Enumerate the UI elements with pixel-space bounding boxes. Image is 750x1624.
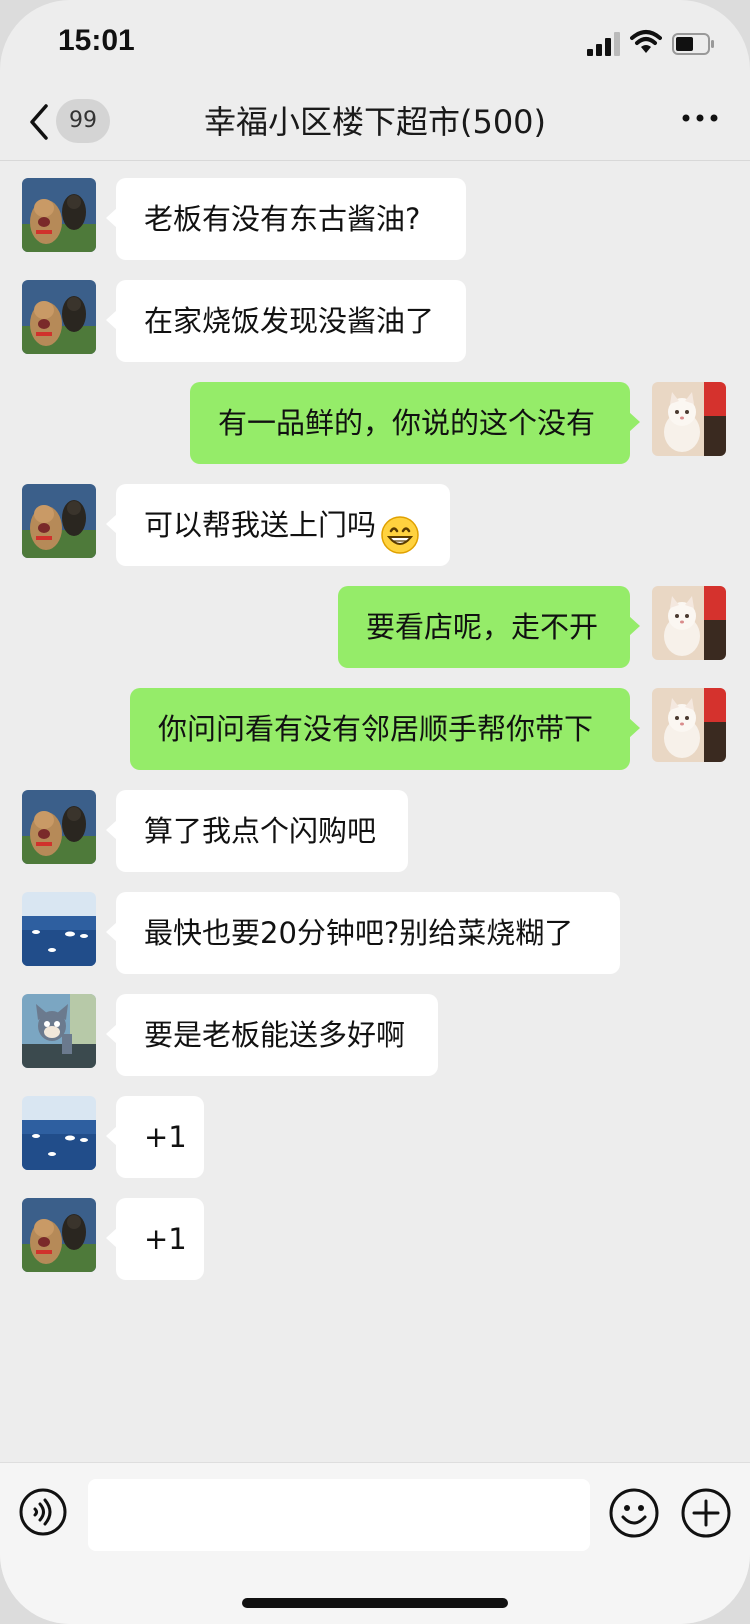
message-text: +1 bbox=[144, 1120, 187, 1154]
message-text: 算了我点个闪购吧 bbox=[144, 814, 377, 848]
message-text: +1 bbox=[144, 1222, 187, 1256]
message-text: 老板有没有东古酱油? bbox=[144, 202, 421, 236]
message-text: 要看店呢，走不开 bbox=[366, 610, 599, 644]
back-arrow-icon[interactable] bbox=[26, 102, 50, 142]
cat-avatar[interactable] bbox=[652, 688, 726, 762]
dog-avatar[interactable] bbox=[22, 484, 96, 558]
message-text: 要是老板能送多好啊 bbox=[144, 1018, 406, 1052]
incoming-message-bubble[interactable]: 算了我点个闪购吧 bbox=[106, 790, 408, 872]
incoming-message-bubble[interactable]: 最快也要20分钟吧?别给菜烧糊了 bbox=[106, 892, 620, 974]
status-bar: 15:01 bbox=[0, 0, 750, 88]
message-row: 有一品鲜的，你说的这个没有 bbox=[0, 382, 750, 464]
message-text: 最快也要20分钟吧?别给菜烧糊了 bbox=[144, 916, 574, 950]
voice-input-icon[interactable] bbox=[18, 1487, 68, 1537]
message-text: 你问问看有没有邻居顺手帮你带下 bbox=[158, 712, 594, 746]
message-row: 最快也要20分钟吧?别给菜烧糊了 bbox=[0, 892, 750, 974]
chat-title: 幸福小区楼下超市(500) bbox=[203, 103, 547, 141]
message-row: 在家烧饭发现没酱油了 bbox=[0, 280, 750, 362]
message-text: 在家烧饭发现没酱油了 bbox=[144, 304, 435, 338]
message-row: 老板有没有东古酱油? bbox=[0, 178, 750, 260]
cartoon-cat-avatar[interactable] bbox=[22, 994, 96, 1068]
cat-avatar[interactable] bbox=[652, 382, 726, 456]
status-time: 15:01 bbox=[58, 24, 135, 57]
message-row: 可以帮我送上门吗 bbox=[0, 484, 750, 566]
phone-screen: 15:01 99 幸福小区楼下超市(500) 老板有没有东古酱油? 在家烧饭发现… bbox=[0, 0, 750, 1624]
message-row: 要看店呢，走不开 bbox=[0, 586, 750, 668]
message-input[interactable] bbox=[88, 1479, 590, 1551]
dog-avatar[interactable] bbox=[22, 790, 96, 864]
grinning-emoji bbox=[380, 504, 420, 554]
unread-count-badge[interactable]: 99 bbox=[56, 99, 110, 143]
outgoing-message-bubble[interactable]: 你问问看有没有邻居顺手帮你带下 bbox=[130, 688, 640, 770]
message-row: +1 bbox=[0, 1096, 750, 1178]
message-row: 算了我点个闪购吧 bbox=[0, 790, 750, 872]
incoming-message-bubble[interactable]: 要是老板能送多好啊 bbox=[106, 994, 438, 1076]
emoji-picker-icon[interactable] bbox=[608, 1487, 660, 1539]
message-text: 有一品鲜的，你说的这个没有 bbox=[218, 406, 596, 440]
outgoing-message-bubble[interactable]: 有一品鲜的，你说的这个没有 bbox=[190, 382, 640, 464]
message-text: 可以帮我送上门吗 bbox=[144, 508, 377, 542]
outgoing-message-bubble[interactable]: 要看店呢，走不开 bbox=[338, 586, 640, 668]
chat-header: 99 幸福小区楼下超市(500) bbox=[0, 88, 750, 161]
cat-avatar[interactable] bbox=[652, 586, 726, 660]
message-row: 要是老板能送多好啊 bbox=[0, 994, 750, 1076]
incoming-message-bubble[interactable]: +1 bbox=[106, 1096, 204, 1178]
incoming-message-bubble[interactable]: 在家烧饭发现没酱油了 bbox=[106, 280, 466, 362]
incoming-message-bubble[interactable]: +1 bbox=[106, 1198, 204, 1280]
more-options-icon[interactable] bbox=[680, 112, 720, 124]
home-indicator[interactable] bbox=[242, 1598, 508, 1608]
dog-avatar[interactable] bbox=[22, 178, 96, 252]
dog-avatar[interactable] bbox=[22, 280, 96, 354]
message-row: +1 bbox=[0, 1198, 750, 1280]
wifi-icon bbox=[630, 30, 662, 53]
swan-avatar[interactable] bbox=[22, 1096, 96, 1170]
more-functions-plus-icon[interactable] bbox=[680, 1487, 732, 1539]
incoming-message-bubble[interactable]: 可以帮我送上门吗 bbox=[106, 484, 450, 566]
incoming-message-bubble[interactable]: 老板有没有东古酱油? bbox=[106, 178, 466, 260]
battery-icon bbox=[672, 33, 714, 55]
cellular-signal-icon bbox=[587, 32, 620, 56]
dog-avatar[interactable] bbox=[22, 1198, 96, 1272]
swan-avatar[interactable] bbox=[22, 892, 96, 966]
message-row: 你问问看有没有邻居顺手帮你带下 bbox=[0, 688, 750, 770]
